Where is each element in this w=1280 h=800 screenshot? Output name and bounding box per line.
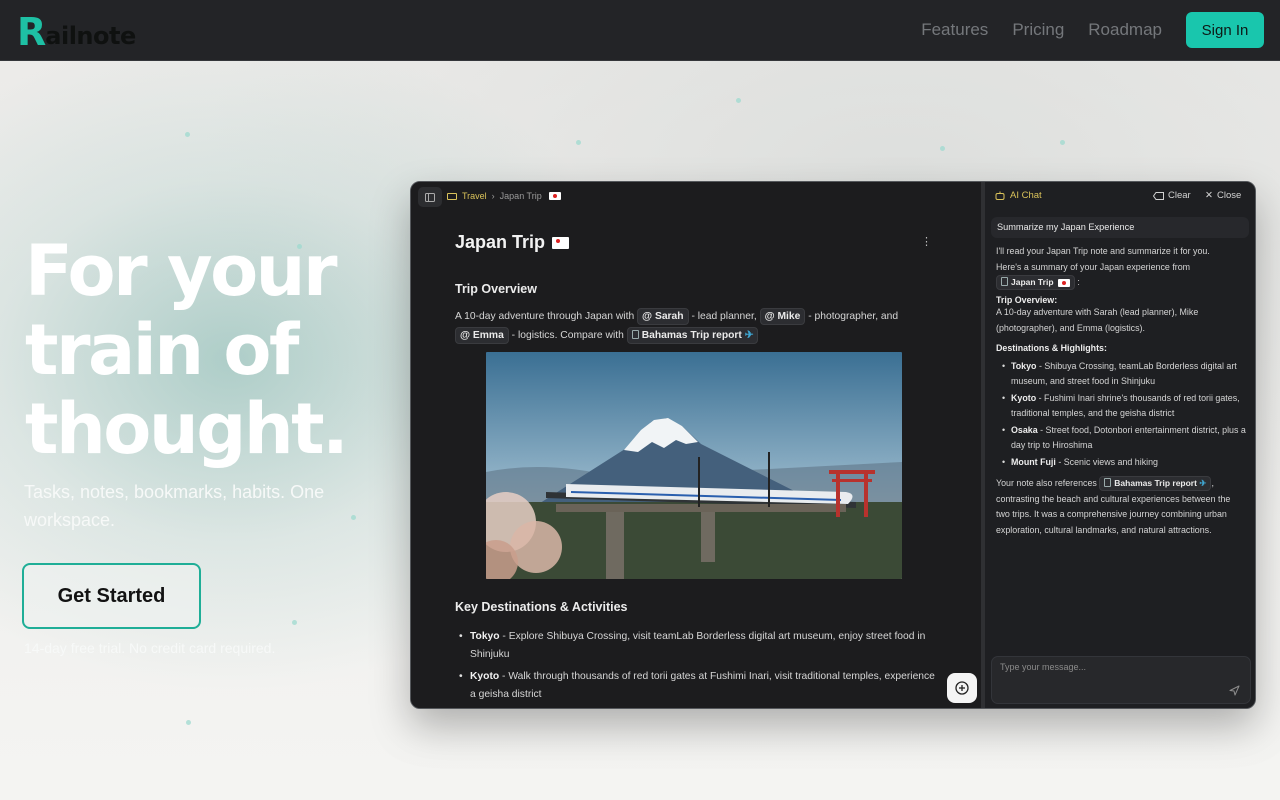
list-item: Osaka - Street food, Dotonbori entertain… xyxy=(996,423,1246,454)
japan-flag-icon xyxy=(548,192,561,200)
reply-note-reference: Japan Trip : xyxy=(996,275,1246,291)
document-icon xyxy=(1104,478,1112,487)
particle xyxy=(576,140,581,145)
close-icon: ✕ xyxy=(1205,190,1213,201)
nav-link-roadmap[interactable]: Roadmap xyxy=(1088,20,1162,40)
list-item: Tokyo - Shibuya Crossing, teamLab Border… xyxy=(996,359,1246,390)
headline-line: For your xyxy=(25,230,338,312)
reply-text: A 10-day adventure with Sarah (lead plan… xyxy=(996,307,1199,333)
folder-icon xyxy=(447,192,457,200)
section-heading: Key Destinations & Activities xyxy=(455,600,628,614)
breadcrumb-folder[interactable]: Travel xyxy=(462,191,487,201)
note-title[interactable]: Japan Trip xyxy=(455,232,570,253)
clear-chat-button[interactable]: Clear xyxy=(1153,190,1191,201)
plus-circle-icon xyxy=(955,681,969,695)
particle xyxy=(736,98,741,103)
list-item: Kyoto - Walk through thousands of red to… xyxy=(455,668,935,704)
hero-headline: For your train of thought. xyxy=(25,232,405,469)
mention-chip[interactable]: @ Sarah xyxy=(637,308,689,325)
note-editor: Travel › Japan Trip Japan Trip ⋮ Trip Ov… xyxy=(411,182,981,708)
chat-message-input[interactable] xyxy=(1000,662,1220,672)
list-item: Tokyo - Explore Shibuya Crossing, visit … xyxy=(455,628,935,664)
headline-line: train of xyxy=(25,309,299,391)
nav-links: Features Pricing Roadmap xyxy=(921,20,1162,40)
user-message: Summarize my Japan Experience xyxy=(991,217,1249,238)
nav-link-features[interactable]: Features xyxy=(921,20,988,40)
add-block-button[interactable] xyxy=(947,673,977,703)
more-options-icon[interactable]: ⋮ xyxy=(921,235,932,248)
note-link-chip[interactable]: Bahamas Trip report ✈ xyxy=(626,327,759,344)
ai-chat-panel: AI Chat Clear ✕ Close Summarize my Japan… xyxy=(985,182,1255,708)
trial-note: 14-day free trial. No credit card requir… xyxy=(24,640,276,656)
list-item: Kyoto - Fushimi Inari shrine's thousands… xyxy=(996,391,1246,422)
mention-chip[interactable]: @ Emma xyxy=(455,327,509,344)
assistant-reply: I'll read your Japan Trip note and summa… xyxy=(996,244,1246,538)
logo-mark: R xyxy=(17,10,46,54)
breadcrumb-page[interactable]: Japan Trip xyxy=(500,191,542,201)
japan-flag-icon xyxy=(1057,278,1070,287)
document-icon xyxy=(1001,277,1008,286)
railnote-logo[interactable]: R ailnote xyxy=(17,10,136,54)
close-chat-button[interactable]: ✕ Close xyxy=(1205,190,1241,201)
list-item: Mount Fuji - Scenic views and hiking xyxy=(996,455,1246,471)
bot-icon xyxy=(995,191,1005,200)
app-preview-window: Travel › Japan Trip Japan Trip ⋮ Trip Ov… xyxy=(410,181,1256,709)
note-link-chip[interactable]: Bahamas Trip report ✈ xyxy=(1099,476,1212,491)
reply-heading: Destinations & Highlights: xyxy=(996,343,1107,353)
destinations-list: Tokyo - Explore Shibuya Crossing, visit … xyxy=(455,628,935,708)
japan-flag-icon xyxy=(552,237,570,250)
reply-destination-list: Tokyo - Shibuya Crossing, teamLab Border… xyxy=(996,359,1246,471)
sidebar-icon xyxy=(425,192,435,202)
chat-title: AI Chat xyxy=(995,190,1042,201)
eraser-icon xyxy=(1153,191,1164,200)
send-button[interactable] xyxy=(1225,682,1243,698)
chat-header: AI Chat Clear ✕ Close xyxy=(995,190,1250,204)
reply-text: I'll read your Japan Trip note and summa… xyxy=(996,246,1210,256)
mention-chip[interactable]: @ Mike xyxy=(759,308,806,325)
particle xyxy=(186,720,191,725)
send-icon xyxy=(1229,685,1239,695)
headline-line: thought. xyxy=(25,388,349,470)
overview-paragraph: A 10-day adventure through Japan with @ … xyxy=(455,307,935,345)
breadcrumb: Travel › Japan Trip xyxy=(447,191,561,201)
reply-closing: Your note also references Bahamas Trip r… xyxy=(996,476,1231,535)
chat-input-box xyxy=(991,656,1251,704)
particle xyxy=(185,132,190,137)
section-heading: Trip Overview xyxy=(455,282,537,296)
particle xyxy=(1060,140,1065,145)
reply-text: Here's a summary of your Japan experienc… xyxy=(996,261,1191,272)
nav-link-pricing[interactable]: Pricing xyxy=(1012,20,1064,40)
hero-subtitle: Tasks, notes, bookmarks, habits. One wor… xyxy=(24,482,325,530)
mount-fuji-photo xyxy=(486,352,902,579)
get-started-button[interactable]: Get Started xyxy=(22,563,201,629)
sign-in-button[interactable]: Sign In xyxy=(1186,12,1264,48)
sidebar-toggle-button[interactable] xyxy=(418,187,442,207)
document-icon xyxy=(631,330,639,339)
logo-wordmark: ailnote xyxy=(45,22,136,50)
note-link-chip[interactable]: Japan Trip xyxy=(996,275,1075,290)
chevron-right-icon: › xyxy=(491,191,495,201)
top-nav: R ailnote Features Pricing Roadmap Sign … xyxy=(0,0,1280,61)
particle xyxy=(940,146,945,151)
particle xyxy=(292,620,297,625)
